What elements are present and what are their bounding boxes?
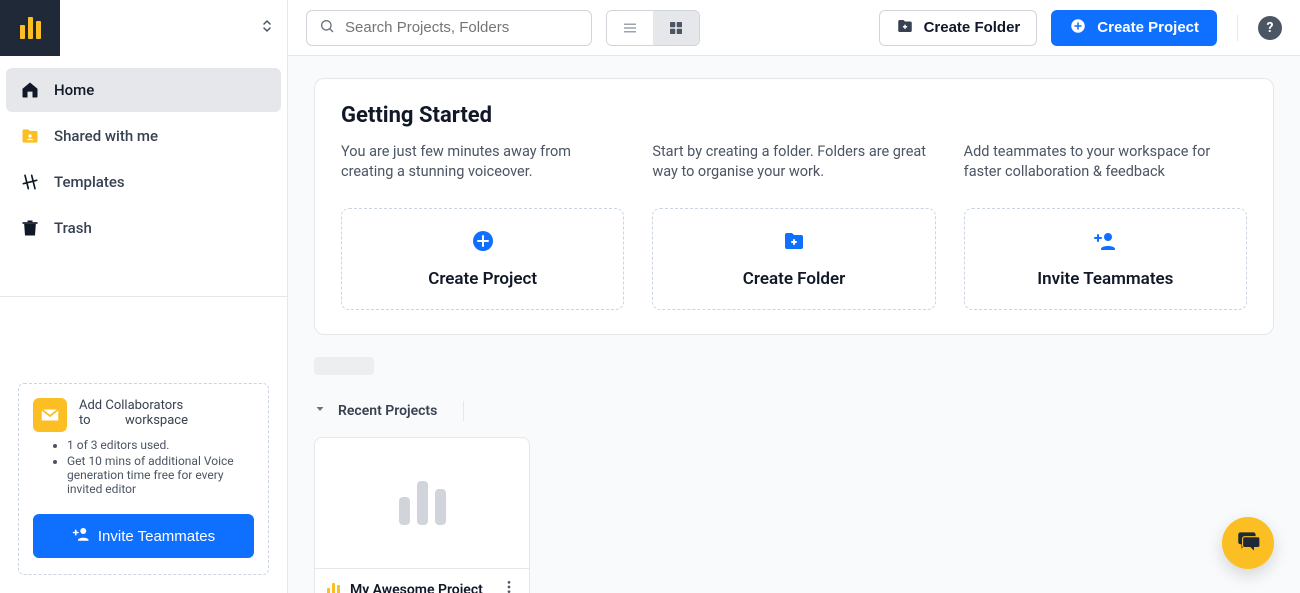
topbar: Create Folder Create Project ? <box>288 0 1300 56</box>
card-label: Invite Teammates <box>1037 269 1173 289</box>
project-thumbnail <box>315 438 529 568</box>
create-project-card[interactable]: Create Project <box>341 208 624 310</box>
collab-bullets: 1 of 3 editors used. Get 10 mins of addi… <box>33 438 254 498</box>
sidebar-item-label: Templates <box>54 173 125 191</box>
sidebar: Home Shared with me Templates Trash <box>0 0 288 593</box>
chevron-up-down-icon <box>261 18 273 38</box>
card-label: Create Folder <box>743 269 845 289</box>
sidebar-item-home[interactable]: Home <box>6 68 281 112</box>
onboarding-card-create-project: You are just few minutes away from creat… <box>341 142 624 310</box>
create-folder-card[interactable]: Create Folder <box>652 208 935 310</box>
collab-bullet: 1 of 3 editors used. <box>67 438 254 452</box>
project-card[interactable]: My Awesome Project <box>314 437 530 593</box>
card-desc: Add teammates to your workspace for fast… <box>964 142 1247 190</box>
project-card-footer: My Awesome Project <box>315 568 529 593</box>
trash-icon <box>20 218 40 238</box>
create-folder-label: Create Folder <box>924 19 1021 36</box>
plus-circle-icon <box>471 229 495 257</box>
collab-title-line1: Add Collaborators <box>79 398 188 413</box>
main-area: Create Folder Create Project ? Getting S… <box>288 0 1300 593</box>
card-desc: You are just few minutes away from creat… <box>341 142 624 190</box>
folder-add-icon <box>896 17 914 39</box>
chat-fab[interactable] <box>1222 517 1274 569</box>
card-label: Create Project <box>428 269 537 289</box>
content-scroll[interactable]: Getting Started You are just few minutes… <box>288 56 1300 593</box>
recent-projects-label: Recent Projects <box>338 403 437 419</box>
view-toggle <box>606 10 700 46</box>
collab-title: Add Collaborators to workspace <box>79 398 188 432</box>
search-input[interactable] <box>345 19 579 36</box>
getting-started-panel: Getting Started You are just few minutes… <box>314 78 1274 335</box>
card-desc: Start by creating a folder. Folders are … <box>652 142 935 190</box>
view-grid-button[interactable] <box>653 11 699 45</box>
recent-projects-header[interactable]: Recent Projects <box>314 401 1274 421</box>
sidebar-item-shared[interactable]: Shared with me <box>6 114 281 158</box>
skeleton-loader <box>314 357 374 375</box>
project-type-icon <box>327 583 340 593</box>
sidebar-item-templates[interactable]: Templates <box>6 160 281 204</box>
create-project-button[interactable]: Create Project <box>1051 10 1217 46</box>
home-icon <box>20 80 40 100</box>
chevron-down-icon <box>314 403 326 419</box>
workspace-switcher[interactable] <box>60 0 287 56</box>
collaborators-card: Add Collaborators to workspace 1 of 3 ed… <box>18 383 269 575</box>
folder-add-icon <box>782 229 806 257</box>
templates-icon <box>20 172 40 192</box>
onboarding-card-invite: Add teammates to your workspace for fast… <box>964 142 1247 310</box>
project-menu-button[interactable] <box>501 579 517 593</box>
sidebar-item-label: Trash <box>54 219 92 237</box>
help-button[interactable]: ? <box>1258 16 1282 40</box>
logo-bars-icon <box>20 17 41 39</box>
invite-teammates-button[interactable]: Invite Teammates <box>33 514 254 558</box>
collab-bullet: Get 10 mins of additional Voice generati… <box>67 454 254 496</box>
topbar-divider <box>1237 15 1238 41</box>
sidebar-divider <box>0 296 287 297</box>
section-divider <box>463 401 464 421</box>
person-add-icon <box>72 525 90 547</box>
invite-button-label: Invite Teammates <box>98 528 215 545</box>
search-input-wrapper[interactable] <box>306 10 592 46</box>
help-icon: ? <box>1267 20 1274 36</box>
workspace-label <box>74 20 77 36</box>
app-logo[interactable] <box>0 0 60 56</box>
getting-started-title: Getting Started <box>341 103 1247 128</box>
invite-teammates-card[interactable]: Invite Teammates <box>964 208 1247 310</box>
sidebar-item-label: Home <box>54 81 94 99</box>
sidebar-nav: Home Shared with me Templates Trash <box>0 60 287 258</box>
logo-placeholder-icon <box>399 481 446 525</box>
onboarding-card-create-folder: Start by creating a folder. Folders are … <box>652 142 935 310</box>
collab-title-line2: to workspace <box>79 413 188 428</box>
chat-icon <box>1235 528 1261 558</box>
person-add-icon <box>1093 229 1117 257</box>
sidebar-item-label: Shared with me <box>54 127 158 145</box>
create-project-label: Create Project <box>1097 19 1199 36</box>
plus-circle-icon <box>1069 17 1087 39</box>
sidebar-item-trash[interactable]: Trash <box>6 206 281 250</box>
create-folder-button[interactable]: Create Folder <box>879 10 1038 46</box>
project-name: My Awesome Project <box>350 582 491 593</box>
view-list-button[interactable] <box>607 11 653 45</box>
brand-row <box>0 0 287 56</box>
search-icon <box>319 18 335 38</box>
shared-folder-icon <box>20 126 40 146</box>
mail-icon <box>33 398 67 432</box>
